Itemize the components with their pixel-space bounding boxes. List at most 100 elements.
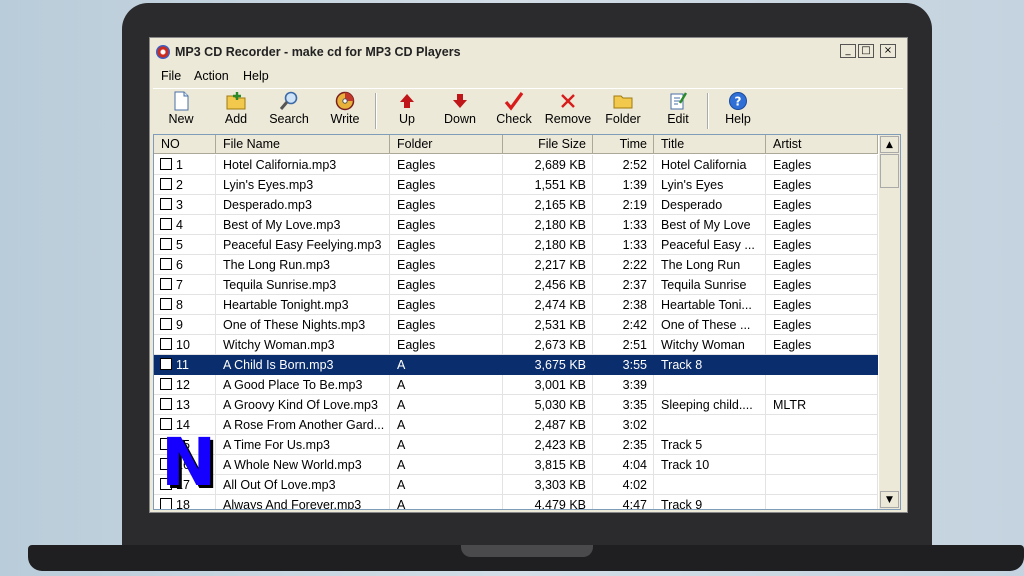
- minimize-button[interactable]: _: [840, 44, 856, 58]
- help-label: Help: [725, 112, 751, 126]
- cell-artist: Eagles: [766, 215, 878, 235]
- search-button[interactable]: Search: [266, 91, 312, 131]
- column-header-no[interactable]: NO: [154, 135, 216, 154]
- table-row[interactable]: 15 A Time For Us.mp3 A 2,423 KB 2:35 Track 5: [154, 435, 878, 455]
- maximize-button[interactable]: □: [858, 44, 874, 58]
- table-row[interactable]: 17 All Out Of Love.mp3 A 3,303 KB 4:02: [154, 475, 878, 495]
- cell-folder: A: [390, 395, 503, 415]
- cell-folder: Eagles: [390, 315, 503, 335]
- cell-title: Track 10: [654, 455, 766, 475]
- up-button[interactable]: Up: [392, 91, 422, 131]
- row-checkbox[interactable]: [160, 218, 172, 230]
- row-number: 3: [176, 198, 183, 212]
- scroll-up-arrow[interactable]: ▲: [880, 136, 899, 153]
- cell-title: Track 9: [654, 495, 766, 509]
- column-header-time[interactable]: Time: [593, 135, 654, 154]
- check-button[interactable]: Check: [495, 91, 533, 131]
- table-row[interactable]: 7 Tequila Sunrise.mp3 Eagles 2,456 KB 2:37 Te…: [154, 275, 878, 295]
- row-checkbox[interactable]: [160, 238, 172, 250]
- table-row[interactable]: 1 Hotel California.mp3 Eagles 2,689 KB 2:52 H…: [154, 155, 878, 175]
- close-button[interactable]: ×: [880, 44, 896, 58]
- cell-time: 1:39: [593, 175, 654, 195]
- menu-file[interactable]: File: [161, 69, 181, 83]
- menu-action[interactable]: Action: [194, 69, 229, 83]
- cell-file-name: Lyin's Eyes.mp3: [216, 175, 390, 195]
- cell-file-name: A Good Place To Be.mp3: [216, 375, 390, 395]
- menu-help[interactable]: Help: [243, 69, 269, 83]
- check-label: Check: [496, 112, 532, 126]
- column-header-file-size[interactable]: File Size: [503, 135, 593, 154]
- row-checkbox[interactable]: [160, 378, 172, 390]
- cell-title: Hotel California: [654, 155, 766, 175]
- folder-button[interactable]: Folder: [604, 91, 642, 131]
- cell-artist: MLTR: [766, 395, 878, 415]
- table-row[interactable]: 11 A Child Is Born.mp3 A 3,675 KB 3:55 Track …: [154, 355, 878, 375]
- cell-file-size: 2,180 KB: [503, 235, 593, 255]
- write-label: Write: [330, 112, 360, 126]
- column-header-artist[interactable]: Artist: [766, 135, 878, 154]
- cell-title: Track 5: [654, 435, 766, 455]
- cell-no: 10: [154, 335, 216, 355]
- table-row[interactable]: 12 A Good Place To Be.mp3 A 3,001 KB 3:39: [154, 375, 878, 395]
- cell-file-size: 2,165 KB: [503, 195, 593, 215]
- watermark-logo: N: [161, 424, 217, 501]
- new-button[interactable]: New: [163, 91, 199, 131]
- help-button[interactable]: ? Help: [723, 91, 753, 131]
- laptop-notch: [461, 545, 593, 557]
- remove-button[interactable]: Remove: [543, 91, 593, 131]
- table-row[interactable]: 6 The Long Run.mp3 Eagles 2,217 KB 2:22 The L…: [154, 255, 878, 275]
- title-bar[interactable]: MP3 CD Recorder - make cd for MP3 CD Pla…: [150, 38, 907, 66]
- cell-file-size: 3,675 KB: [503, 355, 593, 375]
- table-row[interactable]: 9 One of These Nights.mp3 Eagles 2,531 KB 2:…: [154, 315, 878, 335]
- vertical-scrollbar[interactable]: ▲ ▼: [879, 135, 900, 509]
- cell-folder: A: [390, 375, 503, 395]
- table-row[interactable]: 13 A Groovy Kind Of Love.mp3 A 5,030 KB 3:35…: [154, 395, 878, 415]
- cell-title: Sleeping child....: [654, 395, 766, 415]
- cell-file-size: 3,303 KB: [503, 475, 593, 495]
- table-row[interactable]: 3 Desperado.mp3 Eagles 2,165 KB 2:19 Desperad…: [154, 195, 878, 215]
- write-button[interactable]: Write: [326, 91, 364, 131]
- remove-icon: [558, 91, 578, 111]
- row-checkbox[interactable]: [160, 158, 172, 170]
- row-number: 13: [176, 398, 190, 412]
- table-row[interactable]: 16 A Whole New World.mp3 A 3,815 KB 4:04 Trac…: [154, 455, 878, 475]
- row-checkbox[interactable]: [160, 338, 172, 350]
- column-header-title[interactable]: Title: [654, 135, 766, 154]
- row-number: 9: [176, 318, 183, 332]
- cell-file-name: Tequila Sunrise.mp3: [216, 275, 390, 295]
- row-checkbox[interactable]: [160, 178, 172, 190]
- table-row[interactable]: 10 Witchy Woman.mp3 Eagles 2,673 KB 2:51 Witc…: [154, 335, 878, 355]
- row-checkbox[interactable]: [160, 258, 172, 270]
- table-row[interactable]: 14 A Rose From Another Gard... A 2,487 KB 3:…: [154, 415, 878, 435]
- cell-no: 4: [154, 215, 216, 235]
- table-row[interactable]: 2 Lyin's Eyes.mp3 Eagles 1,551 KB 1:39 Lyin's…: [154, 175, 878, 195]
- cell-title: Tequila Sunrise: [654, 275, 766, 295]
- edit-button[interactable]: Edit: [663, 91, 693, 131]
- row-checkbox[interactable]: [160, 358, 172, 370]
- row-checkbox[interactable]: [160, 398, 172, 410]
- scroll-thumb[interactable]: [880, 154, 899, 188]
- scroll-down-arrow[interactable]: ▼: [880, 491, 899, 508]
- cell-file-size: 2,474 KB: [503, 295, 593, 315]
- column-header-file-name[interactable]: File Name: [216, 135, 390, 154]
- table-row[interactable]: 5 Peaceful Easy Feelying.mp3 Eagles 2,180 K…: [154, 235, 878, 255]
- cell-time: 4:04: [593, 455, 654, 475]
- add-button[interactable]: Add: [219, 91, 253, 131]
- row-checkbox[interactable]: [160, 298, 172, 310]
- cell-time: 3:39: [593, 375, 654, 395]
- row-number: 8: [176, 298, 183, 312]
- table-row[interactable]: 8 Heartable Tonight.mp3 Eagles 2,474 KB 2:38…: [154, 295, 878, 315]
- row-checkbox[interactable]: [160, 278, 172, 290]
- down-button[interactable]: Down: [442, 91, 478, 131]
- row-checkbox[interactable]: [160, 198, 172, 210]
- arrow-down-icon: [450, 91, 470, 111]
- add-label: Add: [224, 112, 248, 126]
- cell-file-size: 2,180 KB: [503, 215, 593, 235]
- column-header-folder[interactable]: Folder: [390, 135, 503, 154]
- table-row[interactable]: 4 Best of My Love.mp3 Eagles 2,180 KB 1:33 Be…: [154, 215, 878, 235]
- cell-file-size: 2,487 KB: [503, 415, 593, 435]
- cell-artist: [766, 415, 878, 435]
- table-row[interactable]: 18 Always And Forever.mp3 A 4,479 KB 4:47 Tra…: [154, 495, 878, 509]
- row-checkbox[interactable]: [160, 318, 172, 330]
- cell-no: 13: [154, 395, 216, 415]
